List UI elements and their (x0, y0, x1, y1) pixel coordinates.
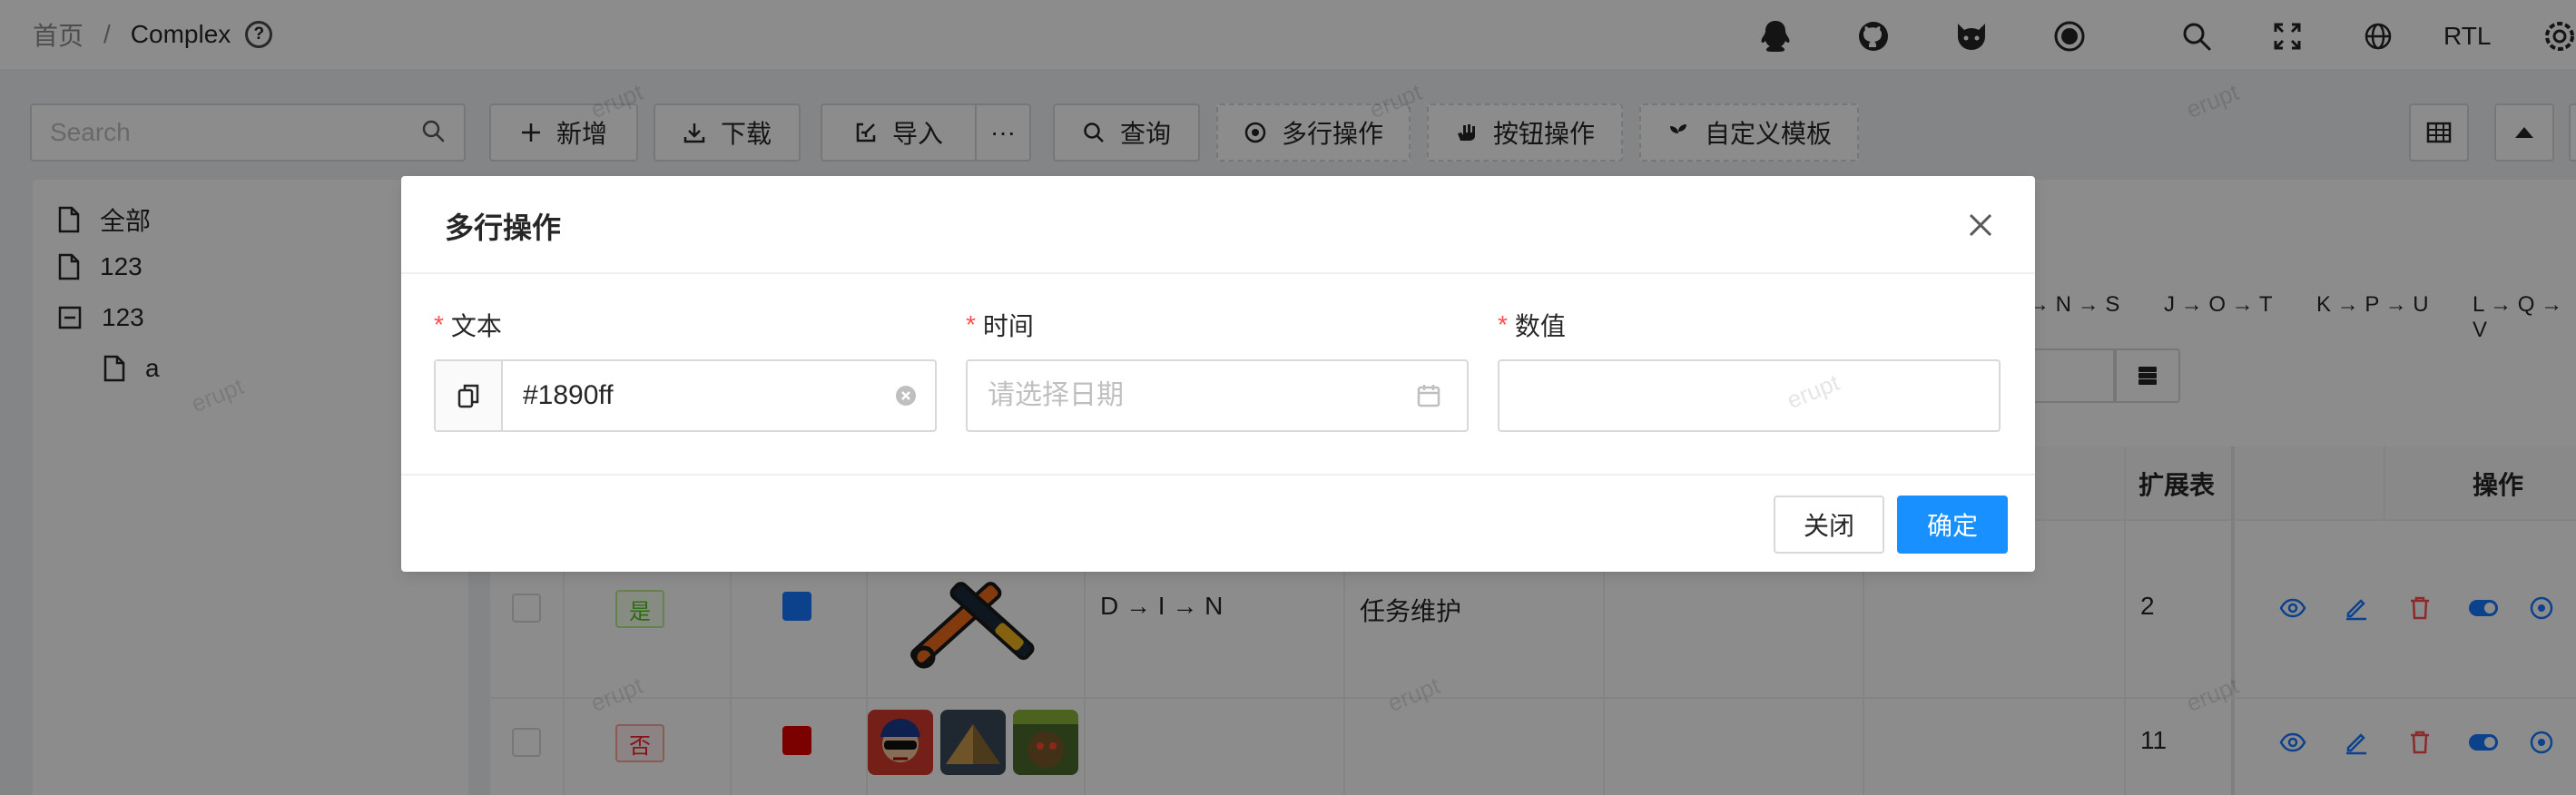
text-label: 文本 (450, 312, 502, 340)
text-field-label: * 文本 (434, 307, 502, 343)
close-icon[interactable] (1962, 207, 1999, 243)
required-mark: * (966, 310, 976, 339)
time-label: 时间 (982, 312, 1034, 340)
required-mark: * (1498, 310, 1508, 339)
clear-icon[interactable] (895, 385, 917, 411)
dialog-footer-divider (401, 474, 2035, 476)
number-field (1498, 359, 2001, 432)
required-mark: * (434, 310, 444, 339)
ok-button[interactable]: 确定 (1897, 496, 2008, 554)
text-field (434, 359, 937, 432)
date-input[interactable] (988, 378, 1387, 414)
dialog-header: 多行操作 (401, 176, 2035, 274)
number-input[interactable] (1519, 378, 1973, 414)
cancel-button[interactable]: 关闭 (1774, 496, 1884, 554)
text-input[interactable] (523, 378, 886, 414)
dialog-title: 多行操作 (445, 211, 562, 244)
time-field-label: * 时间 (966, 307, 1034, 343)
calendar-icon[interactable] (1416, 383, 1441, 413)
number-field-label: * 数值 (1498, 307, 1566, 343)
multi-row-dialog: 多行操作 * 文本 * 时间 * 数值 关闭 确定 (401, 176, 2035, 572)
copy-icon[interactable] (436, 361, 503, 430)
time-field (966, 359, 1469, 432)
number-label: 数值 (1514, 312, 1566, 340)
